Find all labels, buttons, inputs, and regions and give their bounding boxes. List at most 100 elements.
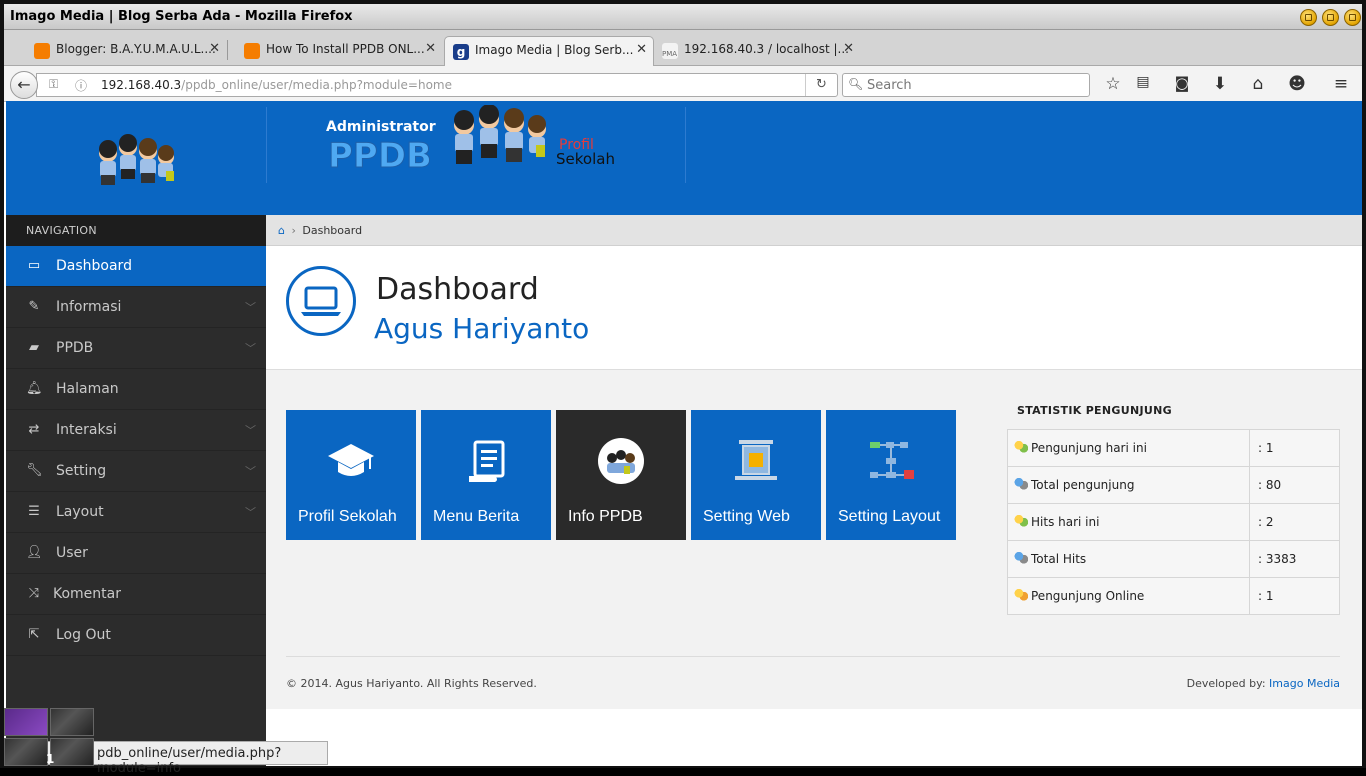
info-icon[interactable]: ⓘ: [75, 77, 87, 94]
tile-setting-layout[interactable]: Setting Layout: [826, 410, 956, 540]
stat-value: : 3383: [1249, 540, 1340, 578]
app-thumbnail[interactable]: [4, 738, 48, 766]
table-row: Total pengunjung : 80: [1007, 466, 1340, 504]
breadcrumb: ⌂ › Dashboard: [266, 215, 1362, 246]
bookmark-star-icon[interactable]: ☆: [1102, 74, 1124, 94]
tab-close-icon[interactable]: ✕: [209, 41, 220, 56]
tab-label: How To Install PPDB ONL...: [266, 42, 425, 56]
key-icon[interactable]: ⚿: [49, 77, 58, 92]
tab-close-icon[interactable]: ✕: [425, 41, 436, 56]
reading-list-icon[interactable]: ▤: [1132, 74, 1154, 90]
chat-icon[interactable]: ☻: [1286, 74, 1308, 94]
book-icon: ▰: [29, 340, 39, 355]
tab-label: 192.168.40.3 / localhost |...: [684, 42, 849, 56]
url-path: /ppdb_online/user/media.php?module=home: [181, 78, 452, 92]
dev-label: Developed by:: [1186, 677, 1266, 690]
home-icon[interactable]: ⌂: [278, 224, 285, 237]
tile-menu-berita[interactable]: Menu Berita: [421, 410, 551, 540]
sidebar-item-label: Layout: [56, 504, 104, 520]
blogger-icon: [34, 43, 50, 59]
tab-imago-media[interactable]: g Imago Media | Blog Serb... ✕: [444, 36, 654, 66]
sidebar-item-dashboard[interactable]: ▭ Dashboard: [6, 246, 266, 287]
table-row: Pengunjung Online : 1: [1007, 577, 1340, 615]
tab-blogger-1[interactable]: Blogger: B.A.Y.U.M.A.U.L.... ✕: [26, 36, 228, 66]
pencil-icon: ✎: [28, 299, 40, 314]
users-icon: [1014, 515, 1028, 527]
developer-credit: Developed by: Imago Media: [1187, 677, 1340, 690]
sidebar-item-label: PPDB: [56, 340, 94, 356]
stat-value: : 2: [1249, 503, 1340, 541]
workspace-badge: 1: [46, 752, 55, 766]
tab-blogger-2[interactable]: How To Install PPDB ONL... ✕: [236, 36, 442, 66]
url-host: 192.168.40.3: [101, 78, 182, 92]
web-page: Administrator PPDB Profil Sekolah NAVIGA…: [6, 101, 1362, 766]
download-icon[interactable]: ⬇: [1209, 74, 1231, 94]
tile-profil-sekolah[interactable]: Profil Sekolah: [286, 410, 416, 540]
shuffle-icon: ⤨: [28, 586, 40, 601]
ppdb-admin-logo[interactable]: Administrator PPDB Profil Sekolah: [324, 105, 634, 177]
search-input[interactable]: 🔍︎ Search: [842, 73, 1090, 97]
site-logo-small[interactable]: [6, 101, 266, 215]
users-icon: [1014, 478, 1028, 490]
breadcrumb-current: Dashboard: [302, 224, 363, 237]
sidebar-heading: NAVIGATION: [6, 215, 266, 246]
page-footer: © 2014. Agus Hariyanto. All Rights Reser…: [286, 656, 1340, 690]
laptop-icon: ▭: [27, 258, 41, 273]
tab-close-icon[interactable]: ✕: [636, 42, 647, 57]
chevron-right-icon: ›: [291, 224, 296, 237]
chevron-down-icon: ﹀: [245, 465, 256, 478]
table-row: Hits hari ini : 2: [1007, 503, 1340, 541]
retweet-icon: ⇄: [28, 422, 40, 437]
sidebar-item-label: User: [56, 545, 88, 561]
graduation-cap-icon: [328, 444, 374, 476]
home-icon[interactable]: ⌂: [1247, 74, 1269, 94]
sidebar-item-logout[interactable]: ⇱ Log Out: [6, 615, 266, 656]
scroll-icon: [469, 440, 505, 482]
table-row: Total Hits : 3383: [1007, 540, 1340, 578]
site-header: Administrator PPDB Profil Sekolah: [6, 101, 1362, 215]
app-thumbnail[interactable]: [50, 708, 94, 736]
tab-phpmyadmin[interactable]: PMA 192.168.40.3 / localhost |... ✕: [654, 36, 860, 66]
back-button[interactable]: ←: [10, 71, 38, 99]
stat-value: : 1: [1249, 577, 1340, 615]
sidebar-item-user[interactable]: 👤︎ User: [6, 533, 266, 574]
sidebar-item-komentar[interactable]: ⤨ Komentar: [6, 574, 266, 615]
tab-label: Blogger: B.A.Y.U.M.A.U.L....: [56, 42, 216, 56]
stat-label: Total Hits: [1007, 540, 1250, 578]
stat-label: Pengunjung hari ini: [1007, 429, 1250, 467]
reload-icon[interactable]: ↻: [805, 74, 837, 96]
stats-table: Pengunjung hari ini : 1 Total pengunjung…: [1007, 429, 1340, 615]
sidebar-item-informasi[interactable]: ✎ Informasi ﹀: [6, 287, 266, 328]
sidebar-item-interaksi[interactable]: ⇄ Interaksi ﹀: [6, 410, 266, 451]
sidebar-item-layout[interactable]: ☰ Layout ﹀: [6, 492, 266, 533]
wrench-icon: 🔧︎: [26, 463, 43, 478]
taskbar-thumbnails: 1: [4, 708, 100, 768]
menu-icon[interactable]: ≡: [1330, 74, 1352, 94]
tab-label: Imago Media | Blog Serb...: [475, 43, 634, 57]
tile-info-ppdb[interactable]: Info PPDB: [556, 410, 686, 540]
page-subtitle: Agus Hariyanto: [374, 312, 590, 345]
app-thumbnail[interactable]: [50, 738, 94, 766]
sidebar-item-ppdb[interactable]: ▰ PPDB ﹀: [6, 328, 266, 369]
stat-label: Total pengunjung: [1007, 466, 1250, 504]
developer-link[interactable]: Imago Media: [1269, 677, 1340, 690]
logout-icon: ⇱: [28, 627, 40, 642]
page-header: Dashboard Agus Hariyanto: [266, 246, 1362, 370]
sidebar-item-setting[interactable]: 🔧︎ Setting ﹀: [6, 451, 266, 492]
dashboard-body: Profil Sekolah Menu Berita Info PPDB Set…: [266, 370, 1362, 766]
sidebar-item-label: Interaksi: [56, 422, 117, 438]
tile-setting-web[interactable]: Setting Web: [691, 410, 821, 540]
sidebar-item-halaman[interactable]: 🔔︎ Halaman: [6, 369, 266, 410]
minimize-button[interactable]: [1300, 9, 1317, 26]
close-window-button[interactable]: [1344, 9, 1361, 26]
search-placeholder: Search: [867, 78, 912, 93]
tab-close-icon[interactable]: ✕: [843, 41, 854, 56]
url-bar[interactable]: ⚿ ⓘ 192.168.40.3/ppdb_online/user/media.…: [36, 73, 838, 97]
pocket-icon[interactable]: ◙: [1171, 74, 1193, 92]
window-titlebar: Imago Media | Blog Serba Ada - Mozilla F…: [4, 4, 1362, 30]
chevron-down-icon: ﹀: [245, 506, 256, 519]
sidebar-item-label: Halaman: [56, 381, 119, 397]
navigation-toolbar: ⚿ ⓘ 192.168.40.3/ppdb_online/user/media.…: [4, 66, 1362, 102]
maximize-button[interactable]: [1322, 9, 1339, 26]
app-thumbnail[interactable]: [4, 708, 48, 736]
